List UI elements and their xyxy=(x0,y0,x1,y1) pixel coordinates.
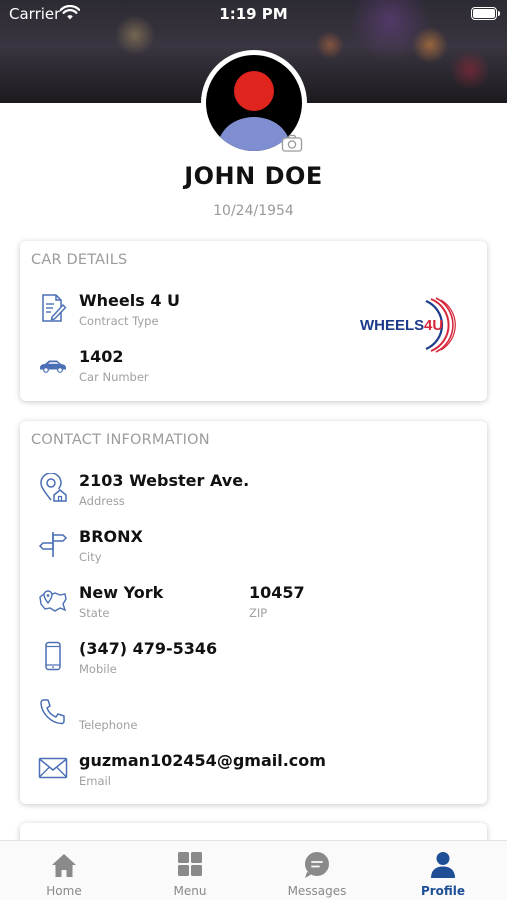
tab-home-label: Home xyxy=(46,884,82,898)
email-row[interactable]: guzman102454@gmail.com Email xyxy=(20,751,487,795)
contact-information-card: CONTACT INFORMATION 2103 Webster Ave. Ad… xyxy=(20,421,487,804)
svg-text:4U: 4U xyxy=(424,317,443,334)
car-icon xyxy=(40,360,66,373)
email-value[interactable]: guzman102454@gmail.com xyxy=(79,751,326,770)
city-label: City xyxy=(79,550,102,564)
wheels4u-logo: WHEELS 4U xyxy=(360,297,456,353)
telephone-label: Telephone xyxy=(79,718,138,732)
address-pin-icon xyxy=(40,473,67,502)
zip-value: 10457 xyxy=(249,583,305,602)
envelope-icon xyxy=(38,757,68,779)
svg-text:WHEELS: WHEELS xyxy=(360,317,424,334)
mobile-value[interactable]: (347) 479-5346 xyxy=(79,639,217,658)
tab-profile-label: Profile xyxy=(420,884,466,898)
battery-icon xyxy=(471,7,500,20)
status-time: 1:19 PM xyxy=(219,5,288,23)
mobile-phone-icon xyxy=(45,641,61,671)
contract-document-icon xyxy=(42,294,67,322)
tab-messages[interactable]: Messages xyxy=(254,841,380,900)
tab-menu[interactable]: Menu xyxy=(127,841,253,900)
mobile-row[interactable]: (347) 479-5346 Mobile xyxy=(20,639,487,683)
tab-profile[interactable]: Profile xyxy=(380,841,506,900)
car-number-value: 1402 xyxy=(79,347,124,366)
car-number-label: Car Number xyxy=(79,370,149,384)
address-value: 2103 Webster Ave. xyxy=(79,471,250,490)
tab-home[interactable]: Home xyxy=(1,841,127,900)
grid-icon xyxy=(178,852,202,876)
address-label: Address xyxy=(79,494,125,508)
state-label: State xyxy=(79,606,110,620)
mobile-label: Mobile xyxy=(79,662,117,676)
user-icon xyxy=(431,852,455,878)
home-icon xyxy=(52,854,76,877)
profile-name: JOHN DOE xyxy=(184,162,323,190)
telephone-row[interactable]: Telephone xyxy=(20,695,487,739)
car-details-card: CAR DETAILS Wheels 4 U Contract Type 140… xyxy=(20,241,487,401)
state-zip-row: New York State 10457 ZIP xyxy=(20,583,487,627)
chat-icon xyxy=(305,852,329,878)
bottom-tab-bar: Home Menu Messages Profile xyxy=(0,840,507,900)
telephone-icon xyxy=(40,699,65,725)
profile-dob: 10/24/1954 xyxy=(213,203,294,219)
contract-type-value: Wheels 4 U xyxy=(79,291,181,310)
zip-label: ZIP xyxy=(249,606,268,620)
city-row: BRONX City xyxy=(20,527,487,571)
camera-icon[interactable] xyxy=(281,133,303,153)
signpost-icon xyxy=(38,532,68,557)
tab-menu-label: Menu xyxy=(173,884,207,898)
status-bar: Carrier 1:19 PM xyxy=(0,0,507,28)
car-details-title: CAR DETAILS xyxy=(31,252,128,268)
car-number-row: 1402 Car Number xyxy=(20,347,487,391)
email-label: Email xyxy=(79,774,111,788)
contract-type-label: Contract Type xyxy=(79,314,159,328)
contact-information-title: CONTACT INFORMATION xyxy=(31,432,210,448)
address-row: 2103 Webster Ave. Address xyxy=(20,471,487,515)
us-map-pin-icon xyxy=(39,590,67,612)
tab-messages-label: Messages xyxy=(287,884,347,898)
state-value: New York xyxy=(79,583,164,602)
city-value: BRONX xyxy=(79,527,143,546)
